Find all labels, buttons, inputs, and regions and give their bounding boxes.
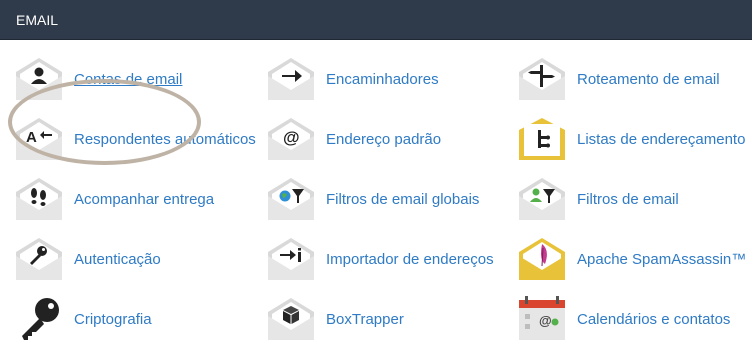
tool-label[interactable]: Endereço padrão (326, 131, 441, 148)
tool-label[interactable]: Calendários e contatos (577, 311, 730, 328)
arrow-right-icon (268, 58, 314, 100)
tool-address-importer[interactable]: Importador de endereços (266, 234, 494, 284)
tool-forwarders[interactable]: Encaminhadores (266, 54, 439, 104)
tool-label[interactable]: Autenticação (74, 251, 161, 268)
at-sign-icon: @ (268, 118, 314, 160)
tool-email-routing[interactable]: Roteamento de email (517, 54, 720, 104)
key-icon (16, 238, 62, 280)
tool-autoresponders[interactable]: A Respondentes automáticos (14, 114, 256, 164)
calendar-icon: @ (519, 296, 565, 340)
tool-encryption[interactable]: Criptografia (14, 294, 152, 344)
feather-icon (519, 238, 565, 280)
signpost-icon (519, 58, 565, 100)
tool-email-filters[interactable]: Filtros de email (517, 174, 679, 224)
tool-label[interactable]: Listas de endereçamento (577, 131, 745, 148)
tool-spamassassin[interactable]: Apache SpamAssassin™ (517, 234, 746, 284)
tool-mailing-lists[interactable]: Listas de endereçamento (517, 114, 745, 164)
tool-label[interactable]: BoxTrapper (326, 311, 404, 328)
tool-calendars-contacts[interactable]: @ Calendários e contatos (517, 294, 730, 344)
tool-default-address[interactable]: @ Endereço padrão (266, 114, 441, 164)
email-panel: EMAIL Contas de email Encaminhadores Rot… (0, 0, 752, 346)
tool-authentication[interactable]: Autenticação (14, 234, 161, 284)
large-key-icon (22, 298, 59, 340)
footprints-icon (16, 178, 62, 220)
tool-label[interactable]: Roteamento de email (577, 71, 720, 88)
tool-label[interactable]: Encaminhadores (326, 71, 439, 88)
svg-text:@: @ (283, 128, 300, 147)
tool-label[interactable]: Respondentes automáticos (74, 131, 256, 148)
import-icon (268, 238, 314, 280)
box-icon (268, 298, 314, 340)
section-header: EMAIL (0, 0, 752, 40)
tool-boxtrapper[interactable]: BoxTrapper (266, 294, 404, 344)
email-tools-grid: Contas de email Encaminhadores Roteament… (0, 40, 752, 346)
globe-filter-icon (268, 178, 314, 220)
user-icon (16, 58, 62, 100)
tool-global-email-filters[interactable]: Filtros de email globais (266, 174, 479, 224)
svg-text:@: @ (539, 313, 552, 328)
tool-label[interactable]: Contas de email (74, 71, 182, 88)
tool-label[interactable]: Acompanhar entrega (74, 191, 214, 208)
tool-label[interactable]: Apache SpamAssassin™ (577, 251, 746, 268)
mailing-list-icon (519, 118, 565, 160)
user-filter-icon (519, 178, 565, 220)
tool-email-accounts[interactable]: Contas de email (14, 54, 182, 104)
tool-label[interactable]: Filtros de email globais (326, 191, 479, 208)
tool-label[interactable]: Filtros de email (577, 191, 679, 208)
tool-label[interactable]: Importador de endereços (326, 251, 494, 268)
section-title: EMAIL (16, 12, 59, 28)
autoreply-icon: A (16, 118, 62, 160)
tool-label[interactable]: Criptografia (74, 311, 152, 328)
tool-track-delivery[interactable]: Acompanhar entrega (14, 174, 214, 224)
